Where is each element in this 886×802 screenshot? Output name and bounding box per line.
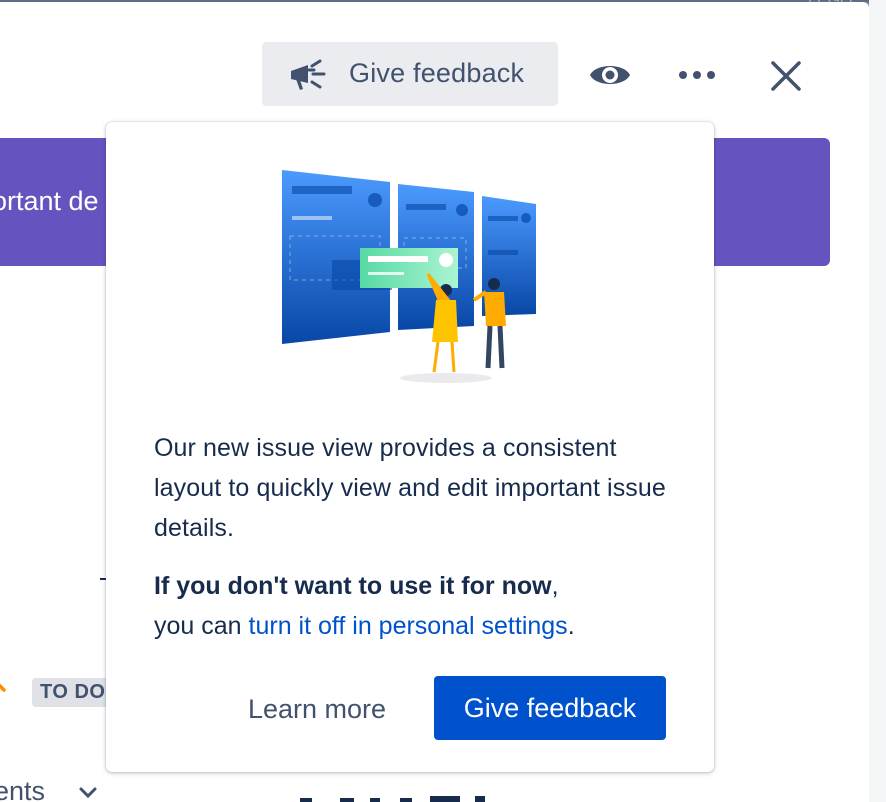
header-give-feedback-button[interactable]: Give feedback [262,42,558,106]
backdrop-side [869,0,886,802]
new-issue-view-popover: Our new issue view provides a consistent… [106,122,714,772]
popover-opt-out-text: If you don't want to use it for now, you… [154,566,694,646]
priority-arrow-icon [0,683,6,692]
issue-view-illustration [282,170,536,383]
close-icon[interactable] [768,58,804,94]
eye-icon[interactable] [588,55,632,95]
popover-description: Our new issue view provides a consistent… [154,434,666,542]
banner-text: ortant de [0,186,99,216]
more-icon[interactable] [676,63,718,87]
opt-out-suffix: . [567,612,575,640]
status-lozenge[interactable]: TO DO [32,678,114,707]
header-give-feedback-label: Give feedback [349,58,525,88]
opt-out-prefix: you can [154,612,242,640]
chevron-down-icon[interactable] [78,786,98,800]
opt-out-bold-text: If you don't want to use it for now [154,572,552,600]
opt-out-comma: , [551,572,559,600]
partial-text-fragment [300,796,485,802]
megaphone-icon [291,59,326,90]
give-feedback-button[interactable]: Give feedback [434,676,666,740]
learn-more-button[interactable]: Learn more [232,678,402,740]
attachments-section-label[interactable]: ents [0,776,45,802]
personal-settings-link[interactable]: turn it off in personal settings [249,612,568,640]
